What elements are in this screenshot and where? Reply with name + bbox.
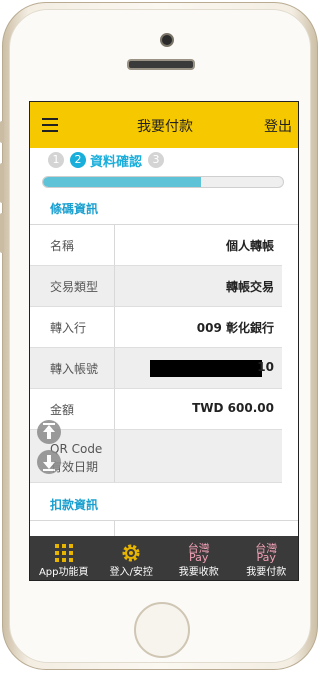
field-value: TWD 600.00 [192,401,274,415]
field-row-type: 交易類型 轉帳交易 [30,266,282,307]
page-title: 我要付款 [137,119,193,135]
debit-section-title: 扣款資訊 [50,498,99,512]
field-row-qr-expiry: QR Code 有效日期 [30,430,282,483]
grid-icon [30,541,98,565]
step-2-badge: 2 [70,152,86,168]
tab-make-payment[interactable]: 台灣 Pay 我要付款 [233,536,299,580]
barcode-section-title: 條碼資訊 [50,202,99,216]
field-row-account: 轉入帳號 10 [30,348,282,389]
field-value: 個人轉帳 [225,239,274,253]
phone-frame: 我要付款 登出 1 2 資料確認 3 條碼資訊 名稱 個人轉帳 交易類型 轉帳交… [0,2,318,670]
step-3-badge: 3 [148,152,165,168]
field-row-bank: 轉入行 009 彰化銀行 [30,307,282,348]
tab-login-security[interactable]: 登入/安控 [98,536,166,580]
field-label: 名稱 [50,239,75,253]
volume-down-button [0,213,4,253]
top-bar: 我要付款 登出 [30,102,298,148]
earpiece-speaker [127,59,195,70]
field-value: 10 [257,360,274,374]
field-row-name: 名稱 個人轉帳 [30,225,282,266]
step-indicator: 1 2 資料確認 3 [48,150,165,170]
redacted-account-number [150,360,262,377]
step-1-badge: 1 [48,152,64,168]
scroll-bottom-button[interactable] [37,450,61,474]
field-label: 轉入行 [50,321,87,335]
logout-button[interactable]: 登出 [264,116,292,136]
taiwan-pay-icon: 台灣 Pay [187,542,210,564]
taiwan-pay-icon: 台灣 Pay [255,542,278,564]
home-button[interactable] [134,602,190,658]
bottom-tab-bar: App功能頁 登入/安控 台灣 Pay 我要收款 台灣 Pay 我要付款 [30,536,299,580]
field-label: 交易類型 [50,280,99,294]
field-value: 009 彰化銀行 [196,321,274,335]
divider [30,520,298,521]
field-label: 金額 [50,403,75,417]
field-row-amount: 金額 TWD 600.00 [30,389,282,430]
gear-icon [98,541,166,565]
progress-bar [42,176,284,188]
progress-fill [43,177,202,187]
arrow-down-icon [43,455,55,471]
field-value: 轉帳交易 [225,280,274,294]
front-camera [160,33,174,47]
step-2-label: 資料確認 [90,154,143,170]
tab-receive-payment[interactable]: 台灣 Pay 我要收款 [165,536,233,580]
scroll-top-button[interactable] [37,420,61,444]
arrow-up-icon [43,423,55,439]
field-label: 轉入帳號 [50,362,99,376]
tab-app-functions[interactable]: App功能頁 [30,536,98,580]
mute-switch [0,121,4,143]
volume-up-button [0,163,4,203]
app-screen: 我要付款 登出 1 2 資料確認 3 條碼資訊 名稱 個人轉帳 交易類型 轉帳交… [29,101,299,581]
